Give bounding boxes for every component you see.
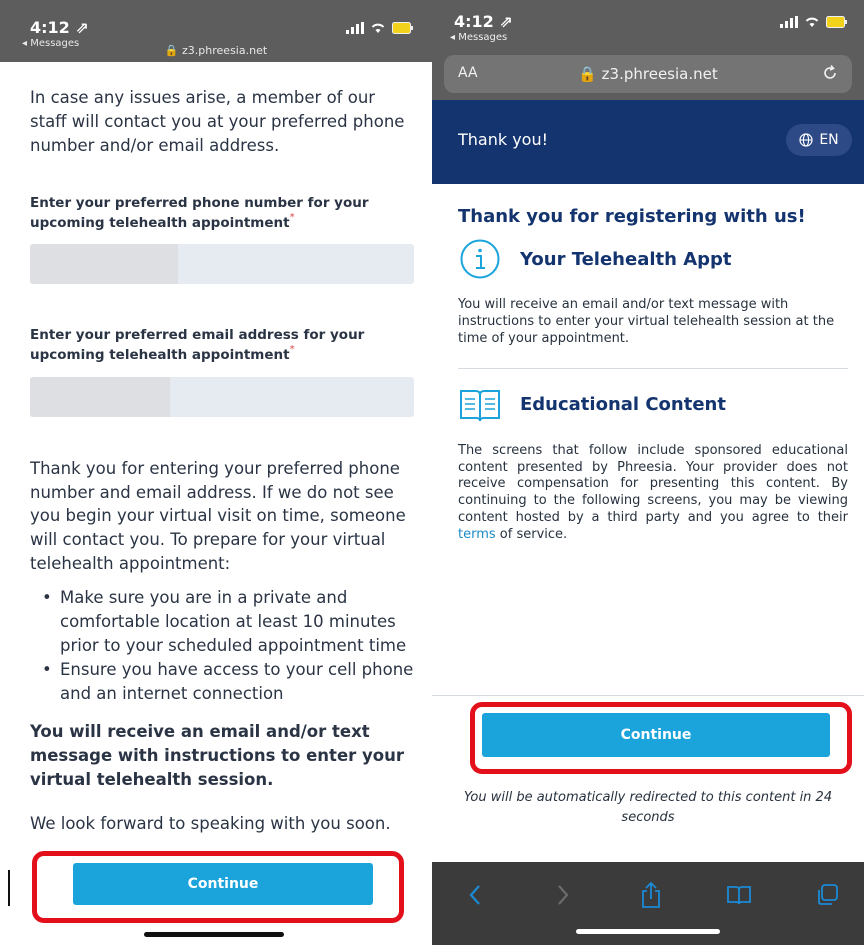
section-header: Your Telehealth Appt bbox=[458, 237, 848, 281]
battery-icon bbox=[392, 22, 413, 34]
redirect-notice: You will be automatically redirected to … bbox=[463, 790, 833, 825]
redacted-value bbox=[30, 376, 170, 417]
wifi-icon bbox=[371, 23, 385, 33]
reload-icon[interactable] bbox=[820, 63, 840, 83]
status-indicators bbox=[780, 16, 848, 28]
terms-link[interactable]: terms bbox=[458, 527, 496, 542]
language-button[interactable]: EN bbox=[786, 124, 852, 156]
bold-notice: You will receive an email and/or text me… bbox=[30, 721, 404, 789]
status-bar: 4:12 ⇗ ◂ Messages 🔒 z3.phreesia.net bbox=[0, 0, 432, 62]
section-text: You will receive an email and/or text me… bbox=[458, 297, 835, 346]
bookmarks-icon[interactable] bbox=[724, 880, 754, 910]
address-bar[interactable]: AA 🔒 z3.phreesia.net bbox=[444, 55, 852, 93]
required-mark: * bbox=[289, 344, 295, 356]
disclosure-text-end: of service. bbox=[499, 527, 568, 543]
highlight-box: Continue bbox=[470, 702, 852, 774]
home-indicator[interactable] bbox=[576, 929, 720, 934]
continue-button[interactable]: Continue bbox=[73, 863, 373, 905]
intro-text: In case any issues arise, a member of ou… bbox=[30, 88, 405, 155]
home-indicator[interactable] bbox=[144, 932, 284, 937]
signal-icon bbox=[780, 16, 798, 28]
wifi-icon bbox=[805, 17, 819, 27]
status-bar: 4:12 ⇗ ◂ Messages AA 🔒 z3.phreesia.net bbox=[432, 0, 864, 100]
phone-field-group: Enter your preferred phone number for yo… bbox=[30, 192, 414, 285]
address-url[interactable]: 🔒 z3.phreesia.net bbox=[0, 44, 432, 57]
status-time: 4:12 ⇗ bbox=[30, 18, 89, 37]
address-url[interactable]: 🔒 z3.phreesia.net bbox=[444, 65, 852, 83]
language-label: EN bbox=[819, 132, 839, 148]
status-time: 4:12 ⇗ bbox=[454, 12, 513, 31]
thanks-paragraph: Thank you for entering your preferred ph… bbox=[30, 458, 406, 574]
section-title: Educational Content bbox=[520, 394, 726, 416]
right-content: Thank you for registering with us! Your … bbox=[458, 206, 848, 544]
section-title: Your Telehealth Appt bbox=[520, 248, 732, 270]
battery-icon bbox=[826, 16, 847, 28]
disclosure-text: The screens that follow include sponsore… bbox=[458, 442, 848, 526]
email-input[interactable] bbox=[30, 376, 414, 417]
section-text: The screens that follow include sponsore… bbox=[458, 443, 848, 544]
phone-label: Enter your preferred phone number for yo… bbox=[30, 194, 369, 231]
continue-button[interactable]: Continue bbox=[482, 713, 830, 757]
divider bbox=[458, 367, 848, 369]
divider bbox=[432, 695, 864, 696]
signal-icon bbox=[346, 22, 364, 34]
book-icon bbox=[458, 383, 502, 427]
phone-input[interactable] bbox=[30, 244, 414, 285]
registration-heading: Thank you for registering with us! bbox=[458, 206, 806, 227]
redacted-value bbox=[30, 244, 178, 285]
info-icon bbox=[458, 237, 502, 281]
tabs-icon[interactable] bbox=[812, 880, 842, 910]
highlight-box: Continue bbox=[32, 851, 404, 923]
back-icon[interactable] bbox=[460, 880, 490, 910]
closing-text: We look forward to speaking with you soo… bbox=[30, 813, 391, 833]
share-icon[interactable] bbox=[636, 880, 666, 910]
prep-list: Make sure you are in a private and comfo… bbox=[30, 586, 414, 706]
back-to-messages[interactable]: ◂ Messages bbox=[450, 32, 507, 43]
page-title: Thank you! bbox=[458, 130, 549, 149]
left-content: In case any issues arise, a member of ou… bbox=[30, 86, 414, 836]
left-screenshot: 4:12 ⇗ ◂ Messages 🔒 z3.phreesia.net In c… bbox=[0, 0, 432, 945]
text-cursor bbox=[8, 870, 10, 906]
status-indicators bbox=[346, 22, 414, 34]
section-header: Educational Content bbox=[458, 383, 848, 427]
globe-icon bbox=[799, 133, 813, 147]
forward-icon[interactable] bbox=[548, 880, 578, 910]
list-item: Make sure you are in a private and comfo… bbox=[30, 586, 414, 658]
right-screenshot: 4:12 ⇗ ◂ Messages AA 🔒 z3.phreesia.net T… bbox=[432, 0, 864, 945]
required-mark: * bbox=[289, 211, 295, 223]
list-item: Ensure you have access to your cell phon… bbox=[30, 658, 414, 706]
email-label: Enter your preferred email address for y… bbox=[30, 327, 365, 364]
page-header: Thank you! EN bbox=[432, 100, 864, 184]
email-field-group: Enter your preferred email address for y… bbox=[30, 324, 414, 417]
